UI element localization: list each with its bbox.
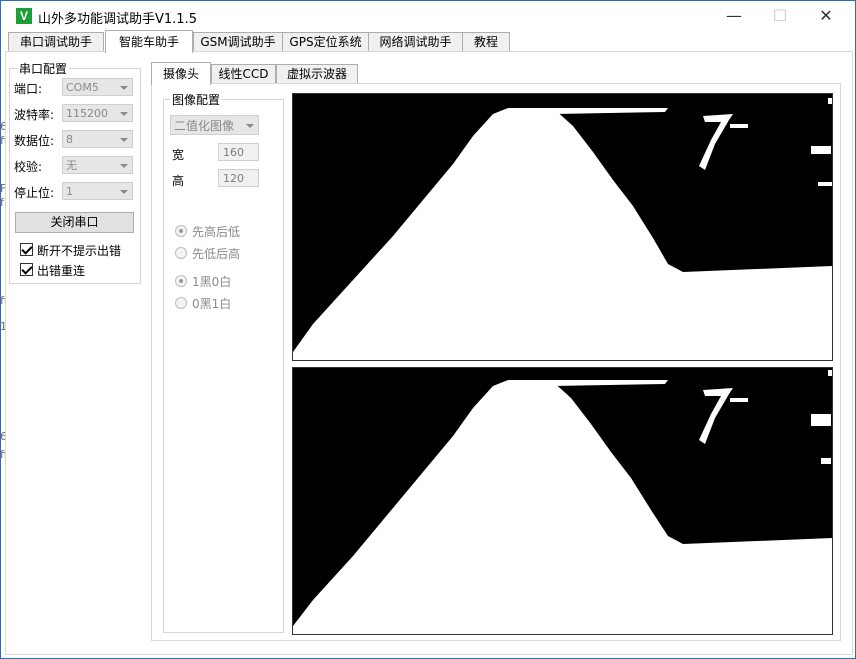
width-input[interactable]: 160 [218, 143, 259, 161]
reconnect-checkbox[interactable] [20, 263, 33, 276]
window-title: 山外多功能调试助手V1.1.5 [38, 12, 197, 27]
order-low-first-label: 先低后高 [192, 247, 241, 261]
subtab-camera[interactable]: 摄像头 [151, 62, 211, 85]
serial-config-title: 串口配置 [17, 60, 70, 77]
minimize-button[interactable]: — [711, 1, 757, 31]
color-1black-label: 1黑0白 [192, 275, 232, 289]
stopbits-label: 停止位: [14, 186, 55, 200]
reconnect-label: 出错重连 [37, 264, 86, 278]
stopbits-select-value: 1 [66, 185, 73, 198]
camera-image-bottom [292, 367, 833, 635]
port-select-value: COM5 [66, 81, 99, 94]
tab-gps-system[interactable]: GPS定位系统 [282, 32, 369, 52]
camera-image-bottom-canvas [293, 368, 832, 634]
baud-label: 波特率: [14, 108, 55, 122]
port-select[interactable]: COM5 [62, 78, 133, 96]
color-0black-radio[interactable] [175, 297, 187, 309]
no-prompt-label: 断开不提示出错 [37, 244, 122, 258]
height-input[interactable]: 120 [218, 169, 259, 187]
no-prompt-checkbox[interactable] [20, 243, 33, 256]
camera-image-top-canvas [293, 94, 832, 360]
color-1black-radio[interactable] [175, 275, 187, 287]
image-mode-select[interactable]: 二值化图像 [170, 115, 259, 135]
color-0black-label: 0黑1白 [192, 297, 232, 311]
height-label: 高 [172, 174, 185, 188]
baud-select-value: 115200 [66, 107, 108, 120]
databits-select-value: 8 [66, 133, 73, 146]
chevron-down-icon [120, 138, 128, 142]
order-high-first-label: 先高后低 [192, 225, 241, 239]
chevron-down-icon [120, 112, 128, 116]
background-text-fragment: f [0, 196, 4, 209]
tab-network-assistant[interactable]: 网络调试助手 [368, 32, 463, 52]
app-logo-icon: V [16, 8, 32, 24]
tab-tutorial[interactable]: 教程 [462, 32, 510, 52]
close-port-button[interactable]: 关闭串口 [15, 212, 134, 233]
tab-gsm-assistant[interactable]: GSM调试助手 [193, 32, 283, 52]
maximize-button[interactable]: ☐ [757, 1, 803, 31]
chevron-down-icon [120, 190, 128, 194]
order-high-first-radio[interactable] [175, 225, 187, 237]
image-mode-value: 二值化图像 [174, 119, 235, 133]
chevron-down-icon [120, 86, 128, 90]
port-label: 端口: [14, 82, 43, 96]
chevron-down-icon [246, 124, 254, 128]
order-low-first-radio[interactable] [175, 247, 187, 259]
camera-image-top [292, 93, 833, 361]
stopbits-select[interactable]: 1 [62, 182, 133, 200]
image-config-title: 图像配置 [170, 91, 223, 108]
parity-select-value: 无 [66, 159, 77, 172]
parity-label: 校验: [14, 160, 43, 174]
tab-smart-car-assistant[interactable]: 智能车助手 [105, 30, 193, 53]
databits-label: 数据位: [14, 134, 55, 148]
chevron-down-icon [120, 164, 128, 168]
close-button[interactable]: ✕ [803, 1, 849, 31]
width-label: 宽 [172, 148, 185, 162]
subtab-linear-ccd[interactable]: 线性CCD [211, 64, 276, 84]
subtab-oscilloscope[interactable]: 虚拟示波器 [276, 64, 358, 84]
databits-select[interactable]: 8 [62, 130, 133, 148]
parity-select[interactable]: 无 [62, 156, 133, 174]
baud-select[interactable]: 115200 [62, 104, 133, 122]
title-bar: V 山外多功能调试助手V1.1.5 — ☐ ✕ [1, 1, 855, 31]
tab-serial-assistant[interactable]: 串口调试助手 [8, 32, 104, 52]
